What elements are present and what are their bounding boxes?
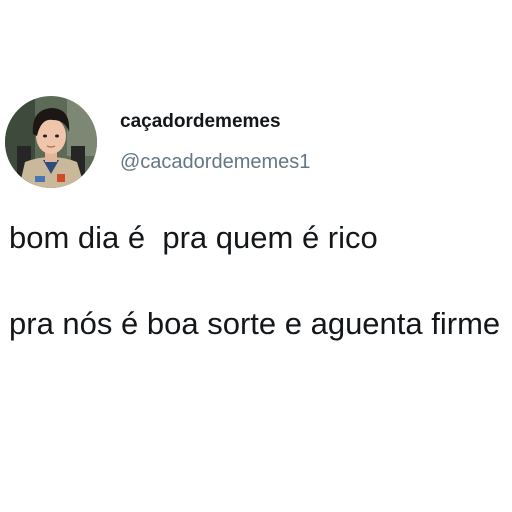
avatar-photo bbox=[5, 96, 97, 188]
tweet-card: caçadordememes @cacadordememes1 bom dia … bbox=[0, 0, 512, 512]
avatar[interactable] bbox=[5, 96, 97, 188]
display-name[interactable]: caçadordememes bbox=[120, 111, 281, 133]
tweet-text: bom dia é pra quem é rico pra nós é boa … bbox=[9, 217, 509, 345]
user-handle[interactable]: @cacadordememes1 bbox=[120, 151, 310, 174]
tweet-paragraph-2: pra nós é boa sorte e aguenta firme bbox=[9, 306, 501, 341]
tweet-paragraph-1: bom dia é pra quem é rico bbox=[9, 220, 378, 255]
